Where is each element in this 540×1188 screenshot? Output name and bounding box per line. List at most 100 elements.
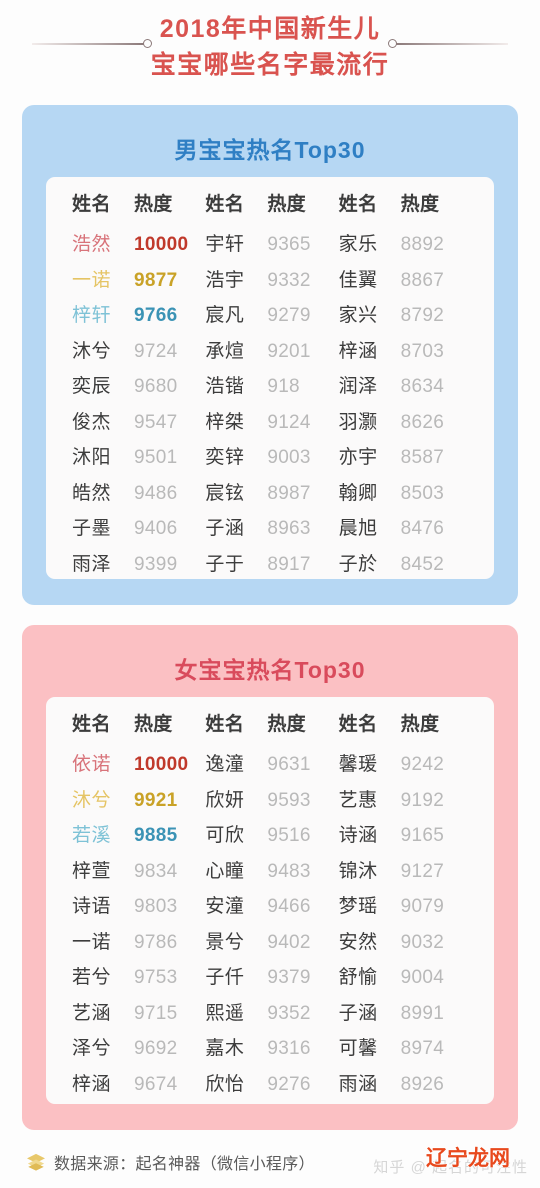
score-cell: 8926	[400, 1073, 445, 1095]
name-cell: 逸潼	[205, 754, 245, 775]
table-row: 梓轩 9766	[72, 300, 205, 336]
name-cell: 浩然	[72, 234, 112, 255]
table-row: 家兴 8792	[339, 300, 472, 336]
column-header-score: 热度	[134, 194, 173, 215]
score-cell: 9379	[267, 967, 311, 988]
score-cell: 9877	[134, 269, 178, 291]
table-row: 欣妍 9593	[205, 785, 338, 821]
column-header-name: 姓名	[72, 194, 112, 215]
name-cell: 馨瑗	[338, 754, 378, 775]
name-cell: 子墨	[72, 518, 112, 539]
score-cell: 9402	[267, 931, 311, 953]
name-cell: 奕锌	[205, 447, 245, 468]
score-cell: 9406	[134, 518, 178, 539]
table-row: 舒愉 9004	[339, 962, 472, 998]
watermark: 知乎 @ 起名的可注性 辽宁龙网	[352, 1140, 532, 1186]
watermark-brand-text: 辽宁龙网	[426, 1147, 511, 1171]
name-cell: 梓桀	[205, 411, 245, 433]
girls-column-2: 姓名 热度 逸潼 9631 欣妍 9593 可欣 9516 心瞳 9483 安潼 9466…	[205, 709, 338, 1104]
header-title-block: 2018年中国新生儿 宝宝哪些名字最流行	[0, 0, 540, 96]
column-header-name: 姓名	[72, 714, 112, 735]
table-row: 奕锌 9003	[205, 442, 338, 478]
score-cell: 8503	[400, 482, 445, 504]
score-cell: 9127	[400, 860, 445, 882]
score-cell: 9201	[267, 340, 311, 362]
score-cell: 8792	[400, 305, 445, 326]
name-cell: 一诺	[72, 931, 112, 953]
ornament-line-icon	[32, 42, 144, 45]
table-row: 一诺 9877	[72, 265, 205, 301]
name-cell: 艺惠	[338, 789, 378, 811]
table-row: 亦宇 8587	[339, 442, 472, 478]
table-row: 依诺 10000	[72, 749, 205, 785]
table-row: 可欣 9516	[205, 820, 338, 856]
score-cell: 9124	[267, 411, 311, 433]
infographic-page: 2018年中国新生儿 宝宝哪些名字最流行 男宝宝热名Top30 姓名 热度 浩然…	[0, 0, 540, 1188]
score-cell: 9501	[134, 447, 178, 468]
name-cell: 润泽	[338, 376, 378, 397]
table-row: 子于 8917	[205, 549, 338, 585]
name-cell: 奕辰	[72, 376, 112, 397]
score-cell: 9399	[134, 553, 178, 575]
table-row: 翰卿 8503	[339, 478, 472, 514]
score-cell: 9724	[134, 340, 178, 362]
table-row: 佳翼 8867	[339, 265, 472, 301]
name-cell: 泽兮	[72, 1038, 112, 1059]
score-cell: 8974	[400, 1038, 445, 1059]
table-row: 嘉木 9316	[205, 1033, 338, 1069]
name-cell: 子于	[205, 553, 245, 575]
column-header-name: 姓名	[205, 194, 245, 215]
boys-ranking-card: 男宝宝热名Top30 姓名 热度 浩然 10000 一诺 9877 梓轩 9766 沐…	[22, 105, 518, 605]
name-cell: 子於	[338, 553, 378, 575]
score-cell: 8963	[267, 518, 311, 539]
data-source: 数据来源：起名神器（微信小程序）	[26, 1150, 315, 1174]
page-title-line1: 2018年中国新生儿	[159, 15, 381, 44]
boys-column-2: 姓名 热度 宇轩 9365 浩宇 9332 宸凡 9279 承煊 9201 浩锴 918 …	[205, 189, 338, 584]
name-cell: 俊杰	[72, 411, 112, 433]
table-row: 润泽 8634	[339, 371, 472, 407]
table-row: 浩宇 9332	[205, 265, 338, 301]
name-cell: 子涵	[205, 518, 245, 539]
score-cell: 8867	[400, 269, 445, 291]
table-row: 羽灏 8626	[339, 407, 472, 443]
data-source-text: 数据来源：起名神器（微信小程序）	[54, 1156, 315, 1173]
table-row: 安潼 9466	[205, 891, 338, 927]
score-cell: 918	[267, 376, 300, 397]
score-cell: 9079	[400, 896, 445, 917]
table-row: 景兮 9402	[205, 927, 338, 963]
score-cell: 9332	[267, 269, 311, 291]
table-row: 雨泽 9399	[72, 549, 205, 585]
table-row: 梓涵 8703	[339, 336, 472, 372]
score-cell: 8892	[400, 234, 445, 255]
name-cell: 艺涵	[72, 1002, 112, 1024]
score-cell: 9593	[267, 789, 311, 811]
table-row: 俊杰 9547	[72, 407, 205, 443]
name-cell: 一诺	[72, 269, 112, 291]
table-row: 宸铉 8987	[205, 478, 338, 514]
name-cell: 心瞳	[205, 860, 245, 882]
name-cell: 欣怡	[205, 1073, 245, 1095]
table-header-row: 姓名 热度	[205, 189, 338, 229]
table-row: 若溪 9885	[72, 820, 205, 856]
column-header-score: 热度	[267, 194, 306, 215]
table-row: 心瞳 9483	[205, 856, 338, 892]
table-row: 宇轩 9365	[205, 229, 338, 265]
girls-table-panel: 姓名 热度 依诺 10000 沐兮 9921 若溪 9885 梓萱 9834 诗语 980…	[46, 697, 494, 1104]
score-cell: 9352	[267, 1002, 311, 1024]
score-cell: 9516	[267, 825, 311, 846]
table-row: 奕辰 9680	[72, 371, 205, 407]
table-header-row: 姓名 热度	[339, 709, 472, 749]
name-cell: 佳翼	[338, 269, 378, 291]
score-cell: 8626	[400, 411, 445, 433]
table-header-row: 姓名 热度	[72, 189, 205, 229]
page-title-line2: 宝宝哪些名字最流行	[150, 51, 390, 79]
name-cell: 家兴	[338, 305, 378, 326]
table-row: 诗涵 9165	[339, 820, 472, 856]
name-cell: 子仟	[205, 967, 245, 988]
name-cell: 亦宇	[338, 447, 378, 468]
score-cell: 9834	[134, 860, 178, 882]
name-cell: 若兮	[72, 967, 112, 988]
name-cell: 诗涵	[338, 825, 378, 846]
girls-ranking-card: 女宝宝热名Top30 姓名 热度 依诺 10000 沐兮 9921 若溪 9885 梓…	[22, 625, 518, 1130]
table-row: 子墨 9406	[72, 513, 205, 549]
